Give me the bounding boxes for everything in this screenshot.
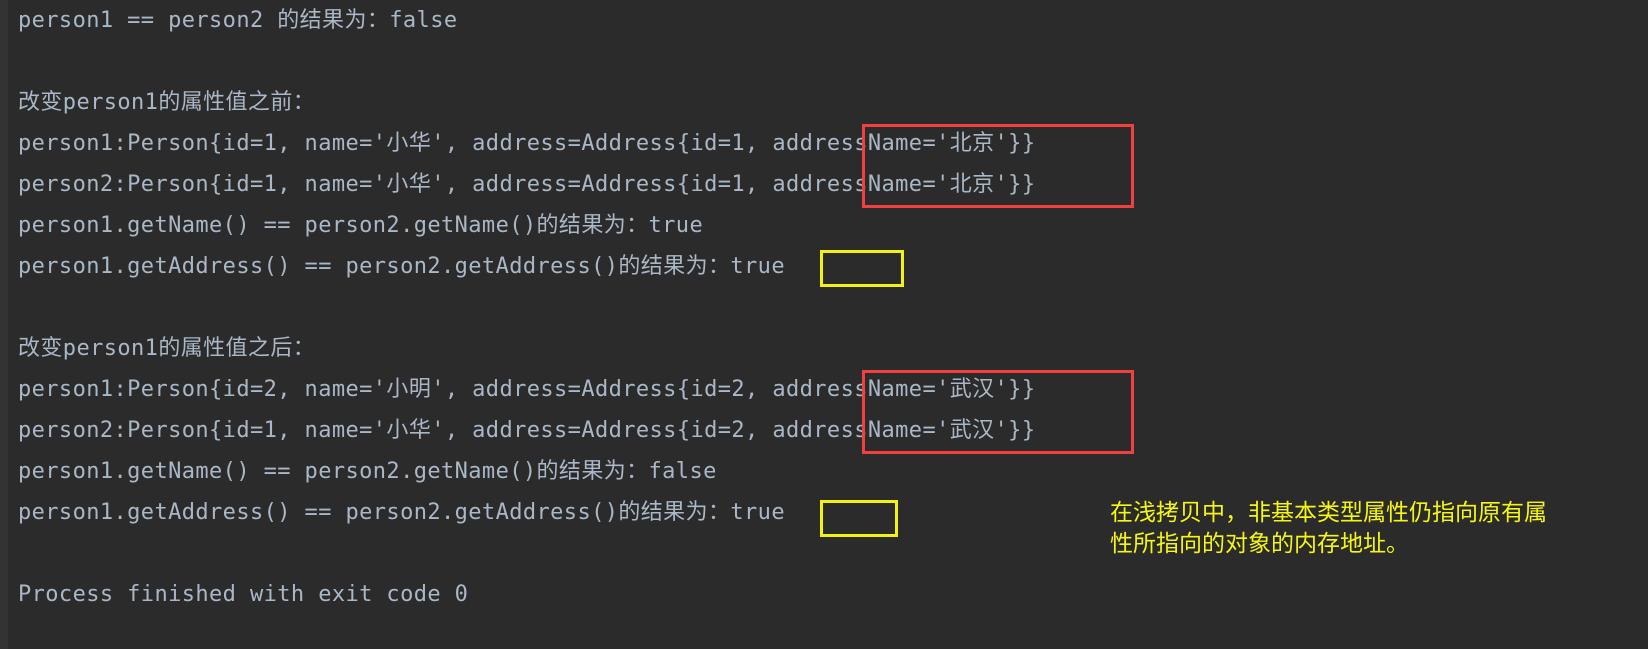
console-output-panel[interactable]: person1 == person2 的结果为：false 改变person1的… [0, 0, 1648, 649]
annotation-note: 在浅拷贝中，非基本类型属性仍指向原有属 性所指向的对象的内存地址。 [1110, 500, 1547, 557]
console-left-gutter [0, 0, 8, 649]
console-line: person2:Person{id=1, name='小华', address=… [18, 172, 1036, 197]
console-line: person1:Person{id=2, name='小明', address=… [18, 377, 1036, 402]
console-line: person1:Person{id=1, name='小华', address=… [18, 131, 1036, 156]
console-line: person1.getAddress() == person2.getAddre… [18, 254, 785, 279]
console-line: person1.getAddress() == person2.getAddre… [18, 500, 785, 525]
console-line: person1 == person2 的结果为：false [18, 8, 458, 33]
console-line: person1.getName() == person2.getName()的结… [18, 213, 704, 238]
console-line: person2:Person{id=1, name='小华', address=… [18, 418, 1036, 443]
console-line: person1.getName() == person2.getName()的结… [18, 459, 717, 484]
console-line: 改变person1的属性值之前： [18, 90, 316, 115]
console-line-exit-code: Process finished with exit code 0 [18, 582, 469, 607]
console-line: 改变person1的属性值之后： [18, 336, 316, 361]
